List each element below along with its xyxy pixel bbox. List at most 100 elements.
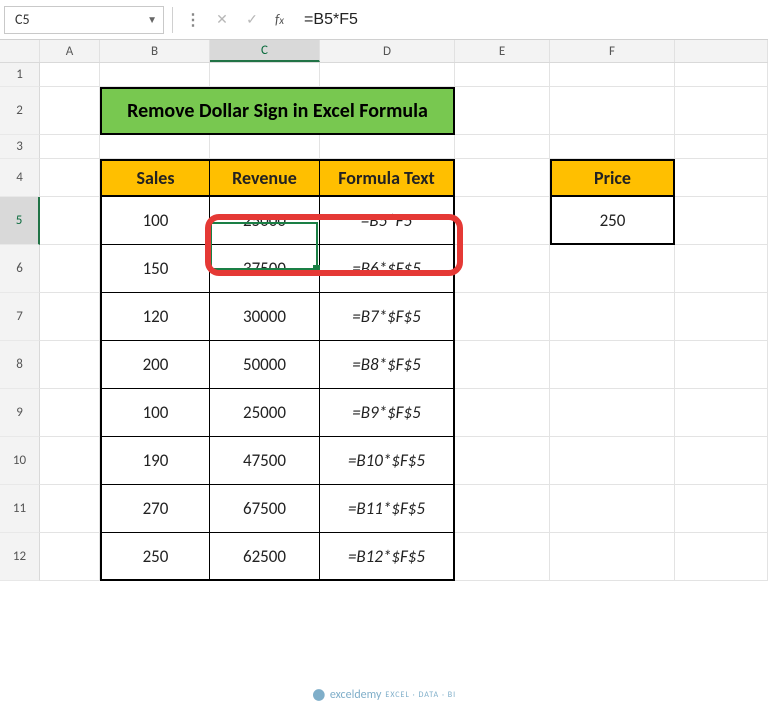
cancel-icon[interactable]: ✕ xyxy=(209,7,235,33)
cell[interactable] xyxy=(550,87,675,135)
cell-formula-text[interactable]: =B7*$F$5 xyxy=(320,293,455,341)
cell[interactable] xyxy=(675,485,768,533)
cell[interactable] xyxy=(40,197,100,245)
col-header[interactable]: D xyxy=(320,40,455,62)
cell[interactable] xyxy=(40,293,100,341)
cell[interactable] xyxy=(675,135,768,159)
col-header[interactable]: F xyxy=(550,40,675,62)
cell[interactable] xyxy=(210,63,320,87)
row-header[interactable]: 2 xyxy=(0,87,40,135)
cell[interactable] xyxy=(550,389,675,437)
cell[interactable] xyxy=(675,87,768,135)
formula-input[interactable] xyxy=(294,6,768,34)
cell[interactable] xyxy=(40,389,100,437)
cell-sales[interactable]: 120 xyxy=(100,293,210,341)
cell-revenue-active[interactable]: 25000 xyxy=(210,197,320,245)
col-header[interactable]: B xyxy=(100,40,210,62)
cell[interactable] xyxy=(40,87,100,135)
cell[interactable] xyxy=(675,245,768,293)
row-header[interactable]: 1 xyxy=(0,63,40,87)
cell[interactable] xyxy=(40,485,100,533)
cell[interactable] xyxy=(455,159,550,197)
cell-sales[interactable]: 200 xyxy=(100,341,210,389)
row-header[interactable]: 12 xyxy=(0,533,40,581)
cell[interactable] xyxy=(40,341,100,389)
cell[interactable] xyxy=(550,293,675,341)
row-header[interactable]: 4 xyxy=(0,159,40,197)
row-header[interactable]: 6 xyxy=(0,245,40,293)
cell-sales[interactable]: 270 xyxy=(100,485,210,533)
cell[interactable] xyxy=(675,389,768,437)
cell[interactable] xyxy=(40,159,100,197)
row-header[interactable]: 3 xyxy=(0,135,40,159)
cell[interactable] xyxy=(210,135,320,159)
cell-formula-text[interactable]: =B5*F5 xyxy=(320,197,455,245)
col-header[interactable] xyxy=(675,40,768,62)
cell[interactable] xyxy=(675,533,768,581)
cell[interactable] xyxy=(455,485,550,533)
cell-formula-text[interactable]: =B9*$F$5 xyxy=(320,389,455,437)
cell-revenue[interactable]: 37500 xyxy=(210,245,320,293)
select-all-corner[interactable] xyxy=(0,40,40,62)
cell[interactable] xyxy=(675,63,768,87)
cell-revenue[interactable]: 50000 xyxy=(210,341,320,389)
cell-sales[interactable]: 100 xyxy=(100,197,210,245)
row-header[interactable]: 7 xyxy=(0,293,40,341)
col-header-selected[interactable]: C xyxy=(210,40,320,62)
cell[interactable] xyxy=(675,341,768,389)
cell-revenue[interactable]: 62500 xyxy=(210,533,320,581)
cell[interactable] xyxy=(40,437,100,485)
cell[interactable] xyxy=(455,245,550,293)
cell[interactable] xyxy=(455,63,550,87)
cell-sales[interactable]: 190 xyxy=(100,437,210,485)
cell-sales[interactable]: 100 xyxy=(100,389,210,437)
cell[interactable] xyxy=(455,533,550,581)
cell[interactable] xyxy=(40,533,100,581)
row-header[interactable]: 8 xyxy=(0,341,40,389)
more-icon[interactable]: ⋮ xyxy=(181,10,205,30)
cell-sales[interactable]: 250 xyxy=(100,533,210,581)
cell[interactable] xyxy=(550,485,675,533)
cell[interactable] xyxy=(675,293,768,341)
cell[interactable] xyxy=(455,437,550,485)
cell-formula-text[interactable]: =B10*$F$5 xyxy=(320,437,455,485)
worksheet[interactable]: A B C D E F 1 2 Remove Dollar Sign in Ex… xyxy=(0,40,768,581)
cell[interactable] xyxy=(320,135,455,159)
cell[interactable] xyxy=(550,437,675,485)
cell[interactable] xyxy=(100,63,210,87)
cell-sales[interactable]: 150 xyxy=(100,245,210,293)
cell[interactable] xyxy=(550,63,675,87)
cell[interactable] xyxy=(320,63,455,87)
cell[interactable] xyxy=(550,341,675,389)
cell-formula-text[interactable]: =B8*$F$5 xyxy=(320,341,455,389)
cell-revenue[interactable]: 67500 xyxy=(210,485,320,533)
cell[interactable] xyxy=(100,135,210,159)
cell[interactable] xyxy=(455,341,550,389)
row-header[interactable]: 10 xyxy=(0,437,40,485)
cell-price[interactable]: 250 xyxy=(550,197,675,245)
cell[interactable] xyxy=(550,135,675,159)
cell[interactable] xyxy=(455,87,550,135)
row-header-selected[interactable]: 5 xyxy=(0,197,40,245)
cell-revenue[interactable]: 30000 xyxy=(210,293,320,341)
col-header[interactable]: E xyxy=(455,40,550,62)
fx-icon[interactable]: fx xyxy=(269,11,290,28)
cell-formula-text[interactable]: =B12*$F$5 xyxy=(320,533,455,581)
cell[interactable] xyxy=(455,293,550,341)
cell[interactable] xyxy=(550,245,675,293)
cell-revenue[interactable]: 25000 xyxy=(210,389,320,437)
cell[interactable] xyxy=(675,437,768,485)
enter-icon[interactable]: ✓ xyxy=(239,7,265,33)
cell[interactable] xyxy=(40,245,100,293)
cell[interactable] xyxy=(455,389,550,437)
cell[interactable] xyxy=(40,135,100,159)
row-header[interactable]: 11 xyxy=(0,485,40,533)
cell-revenue[interactable]: 47500 xyxy=(210,437,320,485)
cell-formula-text[interactable]: =B6*$F$5 xyxy=(320,245,455,293)
cell[interactable] xyxy=(455,197,550,245)
col-header[interactable]: A xyxy=(40,40,100,62)
name-box[interactable]: C5 ▼ xyxy=(4,6,164,34)
cell[interactable] xyxy=(455,135,550,159)
cell-formula-text[interactable]: =B11*$F$5 xyxy=(320,485,455,533)
cell[interactable] xyxy=(675,197,768,245)
